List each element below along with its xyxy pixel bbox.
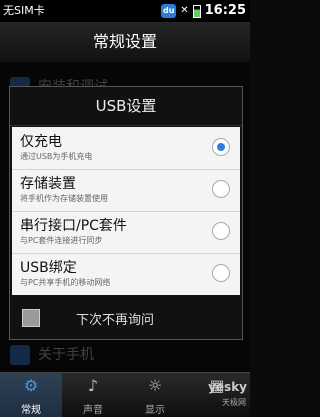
gear-icon: ⚙ <box>23 376 39 395</box>
option-title: USB绑定 <box>20 260 77 276</box>
nav-tab-label: 声音 <box>83 405 103 416</box>
bottom-nav: ⚙ 常规 ♪ 声音 ☼ 显示 ▦ <box>0 372 250 417</box>
nav-tab-general[interactable]: ⚙ 常规 <box>0 373 62 417</box>
nav-tab-label: 常规 <box>21 405 41 416</box>
option-title: 存储装置 <box>20 176 76 192</box>
app-badge-icon: du <box>161 4 177 18</box>
option-subtitle: 与PC共享手机的移动网络 <box>20 278 111 287</box>
clock: 16:25 <box>204 3 246 18</box>
status-icons: du ✕ 16:25 <box>161 0 246 22</box>
battery-icon <box>192 4 201 18</box>
mute-icon: ✕ <box>180 5 189 16</box>
usb-options-list: 仅充电 通过USB为手机充电 存储装置 将手机作为存储装置使用 串行接口/PC套… <box>12 127 240 295</box>
radio-button[interactable] <box>212 222 230 240</box>
option-subtitle: 通过USB为手机充电 <box>20 152 93 161</box>
brightness-icon: ☼ <box>147 376 163 395</box>
radio-button[interactable] <box>212 138 230 156</box>
watermark-brand: yesky <box>208 380 247 394</box>
option-charge-only[interactable]: 仅充电 通过USB为手机充电 <box>12 127 240 170</box>
option-subtitle: 将手机作为存储装置使用 <box>20 194 108 203</box>
radio-button[interactable] <box>212 180 230 198</box>
nav-tab-label: 显示 <box>145 405 165 416</box>
dont-ask-again-row[interactable]: 下次不再询问 <box>10 299 242 337</box>
speaker-icon: ♪ <box>87 376 99 395</box>
status-bar: 无SIM卡 du ✕ 16:25 <box>0 0 250 22</box>
option-storage[interactable]: 存储装置 将手机作为存储装置使用 <box>12 169 240 212</box>
option-title: 仅充电 <box>20 134 62 150</box>
option-serial-pc-suite[interactable]: 串行接口/PC套件 与PC套件连接进行同步 <box>12 211 240 254</box>
option-title: 串行接口/PC套件 <box>20 218 127 234</box>
carrier-text: 无SIM卡 <box>3 4 45 17</box>
radio-button[interactable] <box>212 264 230 282</box>
nav-tab-display[interactable]: ☼ 显示 <box>124 373 186 417</box>
watermark-sub: 天极网 <box>222 398 246 407</box>
option-subtitle: 与PC套件连接进行同步 <box>20 236 103 245</box>
dont-ask-checkbox[interactable] <box>22 309 40 327</box>
page-title: 常规设置 <box>0 22 250 62</box>
nav-tab-sound[interactable]: ♪ 声音 <box>62 373 124 417</box>
dialog-title: USB设置 <box>10 87 242 126</box>
dont-ask-label: 下次不再询问 <box>76 313 155 328</box>
usb-settings-dialog: USB设置 仅充电 通过USB为手机充电 存储装置 将手机作为存储装置使用 串行… <box>9 86 243 340</box>
option-usb-tethering[interactable]: USB绑定 与PC共享手机的移动网络 <box>12 253 240 295</box>
